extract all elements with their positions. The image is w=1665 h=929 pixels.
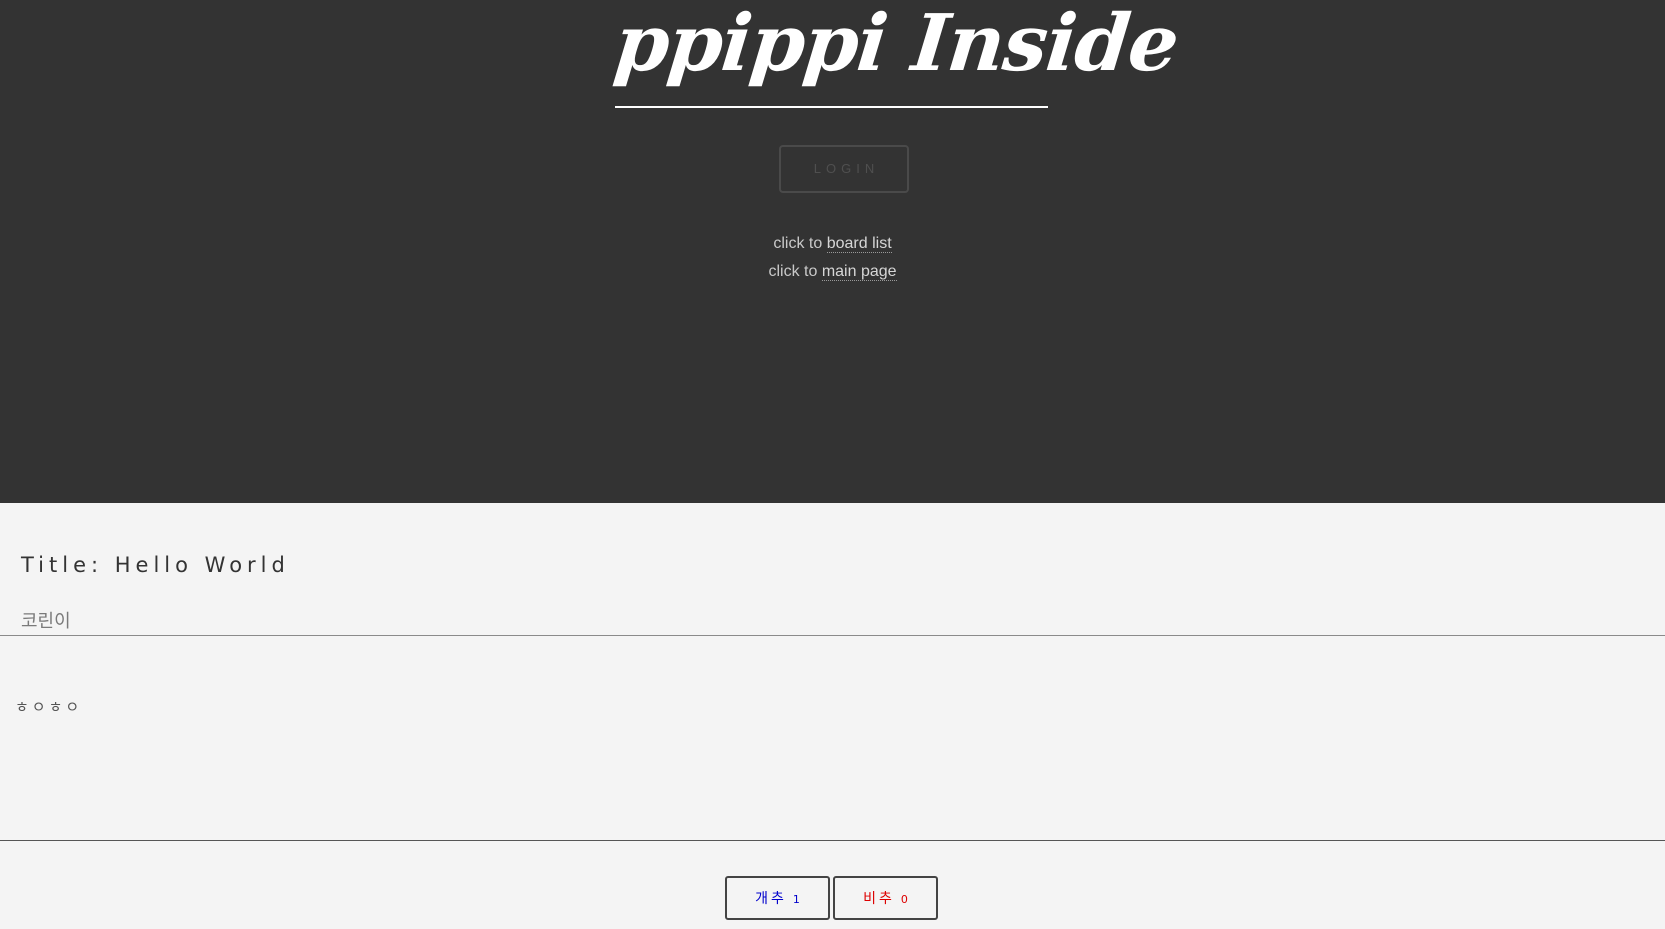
nav-prefix: click to bbox=[773, 235, 823, 252]
post-body: ㅎㅇㅎㅇ bbox=[15, 698, 83, 716]
logo-underline bbox=[615, 106, 1048, 108]
upvote-button[interactable]: 개추 1 bbox=[725, 876, 830, 920]
post-divider-top bbox=[0, 635, 1665, 636]
downvote-button[interactable]: 비추 0 bbox=[833, 876, 938, 920]
post-title: Title: Hello World bbox=[21, 553, 290, 577]
page: ppippi Inside LOGIN click to board list … bbox=[0, 0, 1665, 929]
login-button[interactable]: LOGIN bbox=[779, 145, 909, 193]
nav-board-list: click to board list bbox=[0, 233, 1665, 255]
upvote-label: 개추 bbox=[755, 891, 787, 907]
board-list-link[interactable]: board list bbox=[826, 235, 892, 253]
nav-prefix: click to bbox=[768, 263, 818, 280]
main-page-link[interactable]: main page bbox=[821, 263, 897, 281]
downvote-label: 비추 bbox=[863, 891, 895, 907]
downvote-count: 0 bbox=[900, 893, 908, 906]
upvote-count: 1 bbox=[792, 893, 800, 906]
nav-main-page: click to main page bbox=[0, 261, 1665, 283]
post-author: 코린이 bbox=[21, 611, 71, 632]
post-divider-bottom bbox=[0, 840, 1665, 841]
header: ppippi Inside LOGIN click to board list … bbox=[0, 0, 1665, 503]
site-logo[interactable]: ppippi Inside bbox=[608, 0, 1182, 108]
